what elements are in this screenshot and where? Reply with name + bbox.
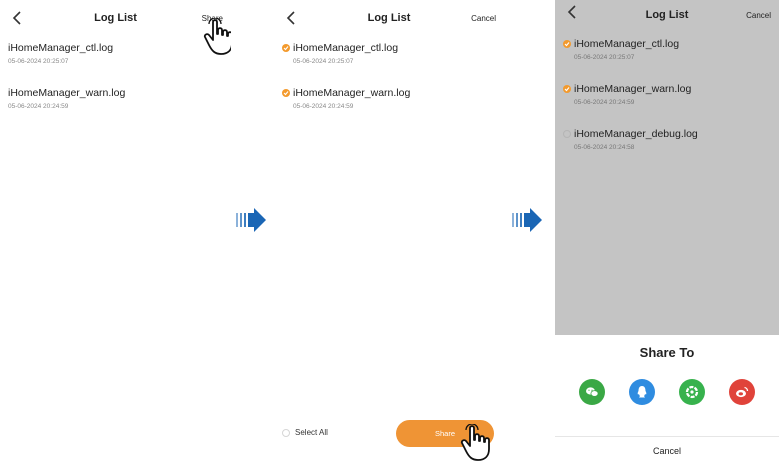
file-name-row: iHomeManager_warn.log bbox=[282, 87, 498, 99]
list-item[interactable]: iHomeManager_warn.log 05-06-2024 20:24:5… bbox=[282, 87, 498, 127]
list-item[interactable]: iHomeManager_ctl.log 05-06-2024 20:25:07 bbox=[8, 42, 225, 82]
tap-hand-icon bbox=[203, 18, 231, 55]
page-title: Log List bbox=[367, 12, 411, 24]
arrow-right-icon bbox=[512, 208, 542, 232]
share-sheet: Share To Cancel bbox=[555, 335, 779, 463]
file-name: iHomeManager_ctl.log bbox=[293, 42, 399, 54]
share-targets bbox=[555, 379, 779, 405]
file-name: iHomeManager_warn.log bbox=[8, 87, 126, 99]
file-name-row: iHomeManager_warn.log bbox=[563, 83, 773, 95]
share-sheet-cancel-button[interactable]: Cancel bbox=[555, 446, 779, 456]
share-sheet-title: Share To bbox=[639, 345, 695, 360]
share-button-label: Share bbox=[434, 429, 455, 438]
qq-icon[interactable] bbox=[629, 379, 655, 405]
file-date: 05-06-2024 20:25:07 bbox=[293, 58, 354, 65]
page-title: Log List bbox=[94, 12, 137, 24]
file-name: iHomeManager_warn.log bbox=[293, 87, 411, 99]
file-name: iHomeManager_ctl.log bbox=[8, 42, 114, 54]
file-date: 05-06-2024 20:25:07 bbox=[574, 54, 635, 61]
divider bbox=[555, 436, 779, 437]
file-name-row: iHomeManager_ctl.log bbox=[282, 42, 498, 54]
checked-icon[interactable] bbox=[282, 44, 290, 52]
list-item[interactable]: iHomeManager_ctl.log 05-06-2024 20:25:07 bbox=[282, 42, 498, 82]
file-name-row: iHomeManager_debug.log bbox=[563, 128, 773, 140]
list-item[interactable]: iHomeManager_warn.log 05-06-2024 20:24:5… bbox=[563, 83, 773, 123]
checked-icon[interactable] bbox=[563, 85, 571, 93]
checked-icon[interactable] bbox=[563, 40, 571, 48]
cancel-action[interactable]: Cancel bbox=[471, 14, 496, 23]
log-list-screen-initial: Log List Share iHomeManager_ctl.log 05-0… bbox=[0, 0, 231, 463]
list-item[interactable]: iHomeManager_warn.log 05-06-2024 20:24:5… bbox=[8, 87, 225, 127]
list-item[interactable]: iHomeManager_debug.log 05-06-2024 20:24:… bbox=[563, 128, 773, 168]
file-date: 05-06-2024 20:24:58 bbox=[574, 144, 635, 151]
file-date: 05-06-2024 20:24:59 bbox=[8, 103, 69, 110]
file-name: iHomeManager_ctl.log bbox=[574, 38, 680, 50]
nav-bar: Log List Cancel bbox=[555, 0, 779, 38]
nav-bar: Log List Share bbox=[0, 0, 231, 38]
unchecked-icon[interactable] bbox=[563, 130, 571, 138]
arrow-right-icon bbox=[236, 208, 266, 232]
weibo-icon[interactable] bbox=[729, 379, 755, 405]
tap-hand-icon bbox=[460, 424, 490, 461]
list-item[interactable]: iHomeManager_ctl.log 05-06-2024 20:25:07 bbox=[563, 38, 773, 78]
select-all-toggle[interactable]: Select All bbox=[282, 428, 328, 437]
log-list-screen-select: Log List Cancel iHomeManager_ctl.log 05-… bbox=[274, 0, 504, 463]
select-all-label: Select All bbox=[295, 428, 328, 437]
file-name: iHomeManager_debug.log bbox=[574, 128, 698, 140]
nav-bar: Log List Cancel bbox=[274, 0, 504, 38]
file-name: iHomeManager_warn.log bbox=[574, 83, 692, 95]
cancel-action[interactable]: Cancel bbox=[746, 11, 771, 20]
file-date: 05-06-2024 20:25:07 bbox=[8, 58, 69, 65]
checked-icon[interactable] bbox=[282, 89, 290, 97]
wechat-icon[interactable] bbox=[579, 379, 605, 405]
file-name-row: iHomeManager_ctl.log bbox=[563, 38, 773, 50]
unchecked-icon bbox=[282, 428, 290, 437]
file-date: 05-06-2024 20:24:59 bbox=[293, 103, 354, 110]
file-date: 05-06-2024 20:24:59 bbox=[574, 99, 635, 106]
log-list-screen-share-sheet: Log List Cancel iHomeManager_ctl.log 05-… bbox=[555, 0, 779, 463]
moments-icon[interactable] bbox=[679, 379, 705, 405]
